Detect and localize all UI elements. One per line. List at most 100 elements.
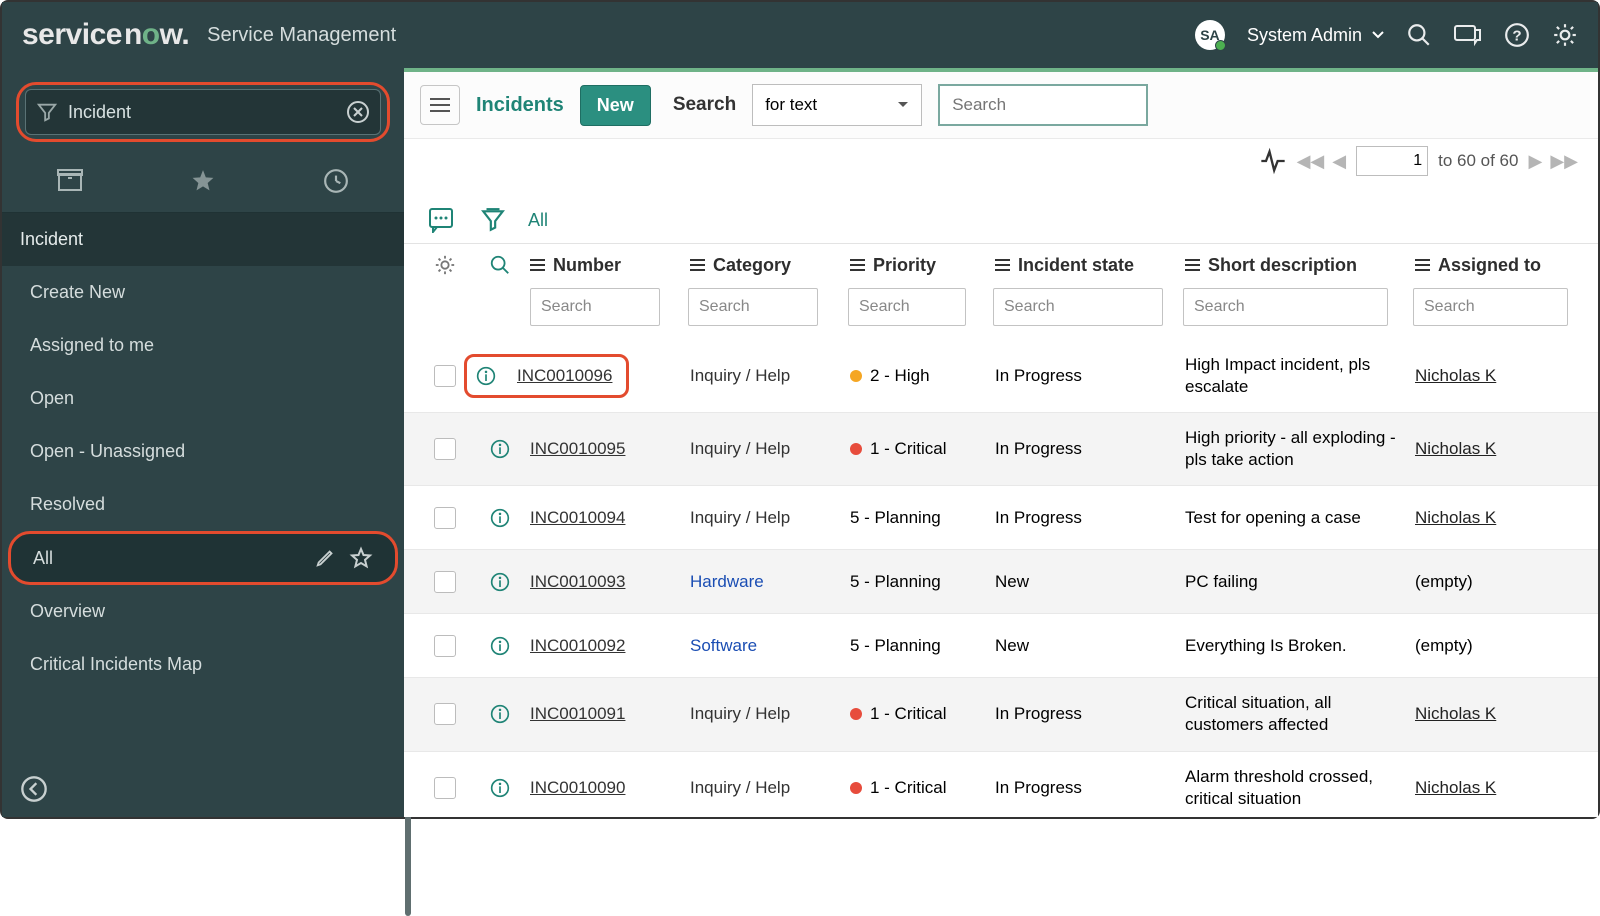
filter-funnel-icon[interactable] <box>480 207 506 233</box>
search-type-select[interactable]: for text <box>752 84 922 126</box>
category-text: Inquiry / Help <box>690 704 790 723</box>
state-cell: In Progress <box>995 366 1185 386</box>
sidebar-item[interactable]: Resolved <box>2 478 404 531</box>
avatar[interactable]: SA <box>1195 20 1225 50</box>
help-icon[interactable]: ? <box>1504 22 1530 48</box>
preview-icon[interactable] <box>487 701 513 727</box>
state-cell: In Progress <box>995 508 1185 528</box>
page-first[interactable]: ◀◀ <box>1297 151 1325 172</box>
priority-dot-icon <box>850 782 862 794</box>
activity-icon[interactable] <box>1259 147 1287 175</box>
incident-link[interactable]: INC0010093 <box>530 572 625 591</box>
tab-favorites[interactable] <box>160 162 246 200</box>
sidebar-item[interactable]: Assigned to me <box>2 319 404 372</box>
search-number[interactable] <box>530 288 660 326</box>
page-last[interactable]: ▶▶ <box>1550 151 1578 172</box>
assigned-link[interactable]: Nicholas K <box>1415 704 1496 723</box>
row-checkbox[interactable] <box>434 571 456 593</box>
row-checkbox[interactable] <box>434 438 456 460</box>
filter-navigator[interactable] <box>25 89 381 135</box>
col-description[interactable]: Short description <box>1185 255 1415 276</box>
logo: servicenow. Service Management <box>22 18 396 52</box>
row-checkbox[interactable] <box>434 703 456 725</box>
table-row: INC0010090Inquiry / Help1 - CriticalIn P… <box>404 752 1598 817</box>
col-number[interactable]: Number <box>530 255 690 276</box>
col-assigned[interactable]: Assigned to <box>1415 255 1575 276</box>
personalize-gear-icon[interactable] <box>434 254 456 276</box>
col-state[interactable]: Incident state <box>995 255 1185 276</box>
state-cell: In Progress <box>995 439 1185 459</box>
sidebar-item[interactable]: Overview <box>2 585 404 638</box>
assigned-cell: Nicholas K <box>1415 508 1580 528</box>
activity-stream-icon[interactable] <box>428 207 458 233</box>
incident-link[interactable]: INC0010096 <box>517 366 612 386</box>
sort-icon <box>1185 259 1200 271</box>
search-assigned[interactable] <box>1413 288 1568 326</box>
search-priority[interactable] <box>848 288 966 326</box>
description-cell: Alarm threshold crossed, critical situat… <box>1185 766 1415 810</box>
clear-icon[interactable] <box>346 100 370 124</box>
sidebar-item[interactable]: Create New <box>2 266 404 319</box>
content-toolbar: Incidents New Search for text <box>404 68 1598 139</box>
tab-applications[interactable] <box>27 162 113 200</box>
sidebar-item[interactable]: Open <box>2 372 404 425</box>
breadcrumb-all[interactable]: All <box>528 210 548 231</box>
row-checkbox[interactable] <box>434 635 456 657</box>
category-text: Inquiry / Help <box>690 439 790 458</box>
priority-cell: 1 - Critical <box>850 704 995 724</box>
incident-link[interactable]: INC0010094 <box>530 508 625 527</box>
search-description[interactable] <box>1183 288 1388 326</box>
page-prev[interactable]: ◀ <box>1332 151 1346 172</box>
sort-icon <box>1415 259 1430 271</box>
assigned-link[interactable]: Nicholas K <box>1415 439 1496 458</box>
assigned-link[interactable]: Nicholas K <box>1415 778 1496 797</box>
search-state[interactable] <box>993 288 1163 326</box>
page-current-input[interactable] <box>1356 146 1428 176</box>
preview-icon[interactable] <box>487 569 513 595</box>
pager: ◀◀ ◀ to 60 of 60 ▶ ▶▶ <box>1259 146 1578 176</box>
search-input[interactable] <box>938 84 1148 126</box>
col-category[interactable]: Category <box>690 255 850 276</box>
list-title: Incidents <box>476 94 564 117</box>
row-checkbox[interactable] <box>434 777 456 799</box>
preview-icon[interactable] <box>473 363 499 389</box>
search-type-value: for text <box>765 95 817 115</box>
assigned-link[interactable]: Nicholas K <box>1415 508 1496 527</box>
page-range: to 60 of 60 <box>1438 151 1518 171</box>
filter-input[interactable] <box>68 102 336 123</box>
sidebar-item[interactable]: Open - Unassigned <box>2 425 404 478</box>
new-button[interactable]: New <box>580 85 651 126</box>
row-checkbox[interactable] <box>434 365 456 387</box>
incident-link[interactable]: INC0010092 <box>530 636 625 655</box>
nav-section-incident[interactable]: Incident <box>2 213 404 266</box>
page-next[interactable]: ▶ <box>1528 151 1542 172</box>
col-priority[interactable]: Priority <box>850 255 995 276</box>
description-cell: Everything Is Broken. <box>1185 635 1415 657</box>
preview-icon[interactable] <box>487 775 513 801</box>
column-search-icon[interactable] <box>489 254 511 276</box>
category-link[interactable]: Software <box>690 636 757 655</box>
incident-link[interactable]: INC0010090 <box>530 778 625 797</box>
priority-dot-icon <box>850 443 862 455</box>
search-category[interactable] <box>688 288 818 326</box>
assigned-link[interactable]: Nicholas K <box>1415 366 1496 385</box>
user-menu[interactable]: System Admin <box>1247 25 1384 46</box>
list-menu-button[interactable] <box>420 85 460 125</box>
column-search-row <box>404 282 1598 340</box>
sidebar-item[interactable]: All <box>8 531 398 585</box>
preview-icon[interactable] <box>487 633 513 659</box>
star-outline-icon[interactable] <box>349 546 373 570</box>
preview-icon[interactable] <box>487 505 513 531</box>
incident-link[interactable]: INC0010095 <box>530 439 625 458</box>
sidebar-item[interactable]: Critical Incidents Map <box>2 638 404 691</box>
tab-history[interactable] <box>293 162 379 200</box>
chat-icon[interactable] <box>1454 23 1482 47</box>
category-link[interactable]: Hardware <box>690 572 764 591</box>
incident-link[interactable]: INC0010091 <box>530 704 625 723</box>
row-checkbox[interactable] <box>434 507 456 529</box>
preview-icon[interactable] <box>487 436 513 462</box>
search-icon[interactable] <box>1406 22 1432 48</box>
collapse-icon[interactable] <box>20 775 48 803</box>
edit-icon[interactable] <box>315 546 337 568</box>
gear-icon[interactable] <box>1552 22 1578 48</box>
